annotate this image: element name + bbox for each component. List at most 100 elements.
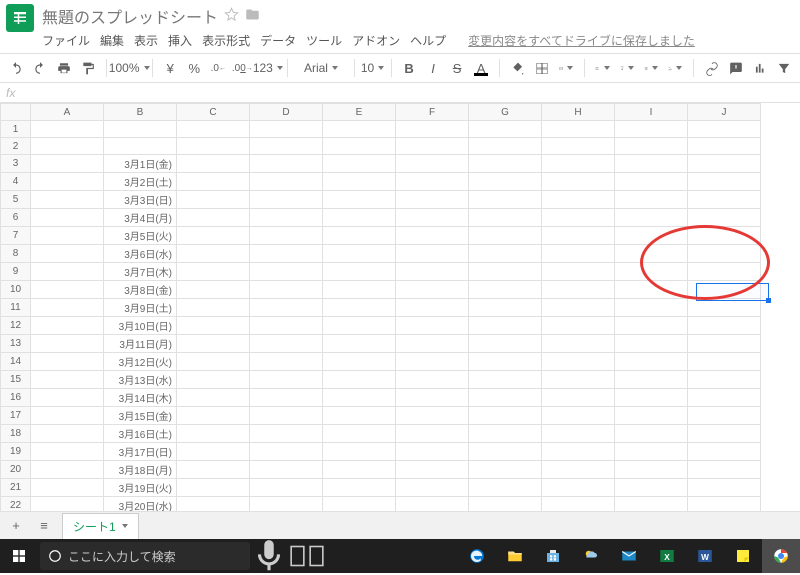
cell[interactable]: [31, 299, 104, 317]
cell[interactable]: [250, 173, 323, 191]
col-header[interactable]: D: [250, 104, 323, 121]
row-header[interactable]: 17: [1, 407, 31, 425]
cell[interactable]: [615, 299, 688, 317]
row-header[interactable]: 14: [1, 353, 31, 371]
row-header[interactable]: 20: [1, 461, 31, 479]
cell[interactable]: [396, 299, 469, 317]
cell[interactable]: [615, 425, 688, 443]
cell[interactable]: [323, 425, 396, 443]
cell[interactable]: [31, 281, 104, 299]
cell[interactable]: [542, 299, 615, 317]
cell[interactable]: [323, 209, 396, 227]
row-header[interactable]: 4: [1, 173, 31, 191]
wrap-button[interactable]: [641, 57, 661, 79]
cell[interactable]: [469, 209, 542, 227]
mail-icon[interactable]: [610, 539, 648, 573]
cell[interactable]: [250, 443, 323, 461]
cell[interactable]: [542, 371, 615, 389]
cell[interactable]: [177, 479, 250, 497]
cell[interactable]: [323, 335, 396, 353]
cell[interactable]: [323, 121, 396, 138]
cell[interactable]: [396, 245, 469, 263]
star-icon[interactable]: [224, 7, 239, 25]
cell[interactable]: [469, 335, 542, 353]
cell[interactable]: [396, 155, 469, 173]
rotate-button[interactable]: [665, 57, 685, 79]
cell[interactable]: [104, 138, 177, 155]
cell[interactable]: [615, 479, 688, 497]
cell[interactable]: [323, 353, 396, 371]
cell[interactable]: 3月2日(土): [104, 173, 177, 191]
cell[interactable]: [396, 443, 469, 461]
cell[interactable]: [177, 191, 250, 209]
row-header[interactable]: 16: [1, 389, 31, 407]
cell[interactable]: [323, 299, 396, 317]
cell[interactable]: 3月19日(火): [104, 479, 177, 497]
cell[interactable]: [396, 121, 469, 138]
cell[interactable]: [688, 191, 761, 209]
cell[interactable]: [250, 121, 323, 138]
excel-icon[interactable]: X: [648, 539, 686, 573]
row-header[interactable]: 9: [1, 263, 31, 281]
cell[interactable]: [615, 227, 688, 245]
cell[interactable]: 3月5日(火): [104, 227, 177, 245]
cell[interactable]: [469, 425, 542, 443]
cell[interactable]: [542, 335, 615, 353]
cell[interactable]: [31, 497, 104, 512]
cell[interactable]: [31, 371, 104, 389]
cell[interactable]: [542, 389, 615, 407]
cell[interactable]: [250, 155, 323, 173]
menu-file[interactable]: ファイル: [42, 32, 90, 49]
cell[interactable]: 3月7日(木): [104, 263, 177, 281]
cell[interactable]: 3月13日(水): [104, 371, 177, 389]
menu-data[interactable]: データ: [260, 32, 296, 49]
cell[interactable]: [31, 155, 104, 173]
cell[interactable]: [688, 389, 761, 407]
cell[interactable]: 3月1日(金): [104, 155, 177, 173]
menu-help[interactable]: ヘルプ: [410, 32, 446, 49]
cell[interactable]: [542, 425, 615, 443]
cell[interactable]: [177, 299, 250, 317]
cell[interactable]: [177, 335, 250, 353]
borders-button[interactable]: [532, 57, 552, 79]
col-header[interactable]: H: [542, 104, 615, 121]
cell[interactable]: [177, 353, 250, 371]
row-header[interactable]: 18: [1, 425, 31, 443]
cell[interactable]: [542, 155, 615, 173]
cell[interactable]: [688, 173, 761, 191]
cell[interactable]: [688, 245, 761, 263]
cell[interactable]: [688, 121, 761, 138]
sheet-tab-1[interactable]: シート1: [62, 513, 139, 539]
cell[interactable]: [469, 227, 542, 245]
cell[interactable]: [469, 389, 542, 407]
more-formats-button[interactable]: 123: [256, 57, 279, 79]
cell[interactable]: [615, 173, 688, 191]
cell[interactable]: [104, 121, 177, 138]
row-header[interactable]: 12: [1, 317, 31, 335]
app-logo[interactable]: [6, 4, 34, 32]
sticky-notes-icon[interactable]: [724, 539, 762, 573]
cell[interactable]: [323, 443, 396, 461]
chart-button[interactable]: [750, 57, 770, 79]
row-header[interactable]: 8: [1, 245, 31, 263]
cell[interactable]: [542, 209, 615, 227]
cell[interactable]: [396, 263, 469, 281]
cell[interactable]: [615, 191, 688, 209]
cell[interactable]: [688, 317, 761, 335]
menu-view[interactable]: 表示: [134, 32, 158, 49]
cell[interactable]: 3月11日(月): [104, 335, 177, 353]
col-header[interactable]: B: [104, 104, 177, 121]
cell[interactable]: 3月6日(水): [104, 245, 177, 263]
cell[interactable]: [323, 497, 396, 512]
cell[interactable]: [688, 497, 761, 512]
cell[interactable]: [688, 209, 761, 227]
cell[interactable]: [177, 263, 250, 281]
cell[interactable]: [615, 263, 688, 281]
cell[interactable]: [542, 317, 615, 335]
cell[interactable]: 3月8日(金): [104, 281, 177, 299]
cell[interactable]: [615, 155, 688, 173]
increase-decimal-button[interactable]: .00→: [232, 57, 252, 79]
undo-button[interactable]: [6, 57, 26, 79]
cell[interactable]: [250, 461, 323, 479]
cell[interactable]: [323, 173, 396, 191]
